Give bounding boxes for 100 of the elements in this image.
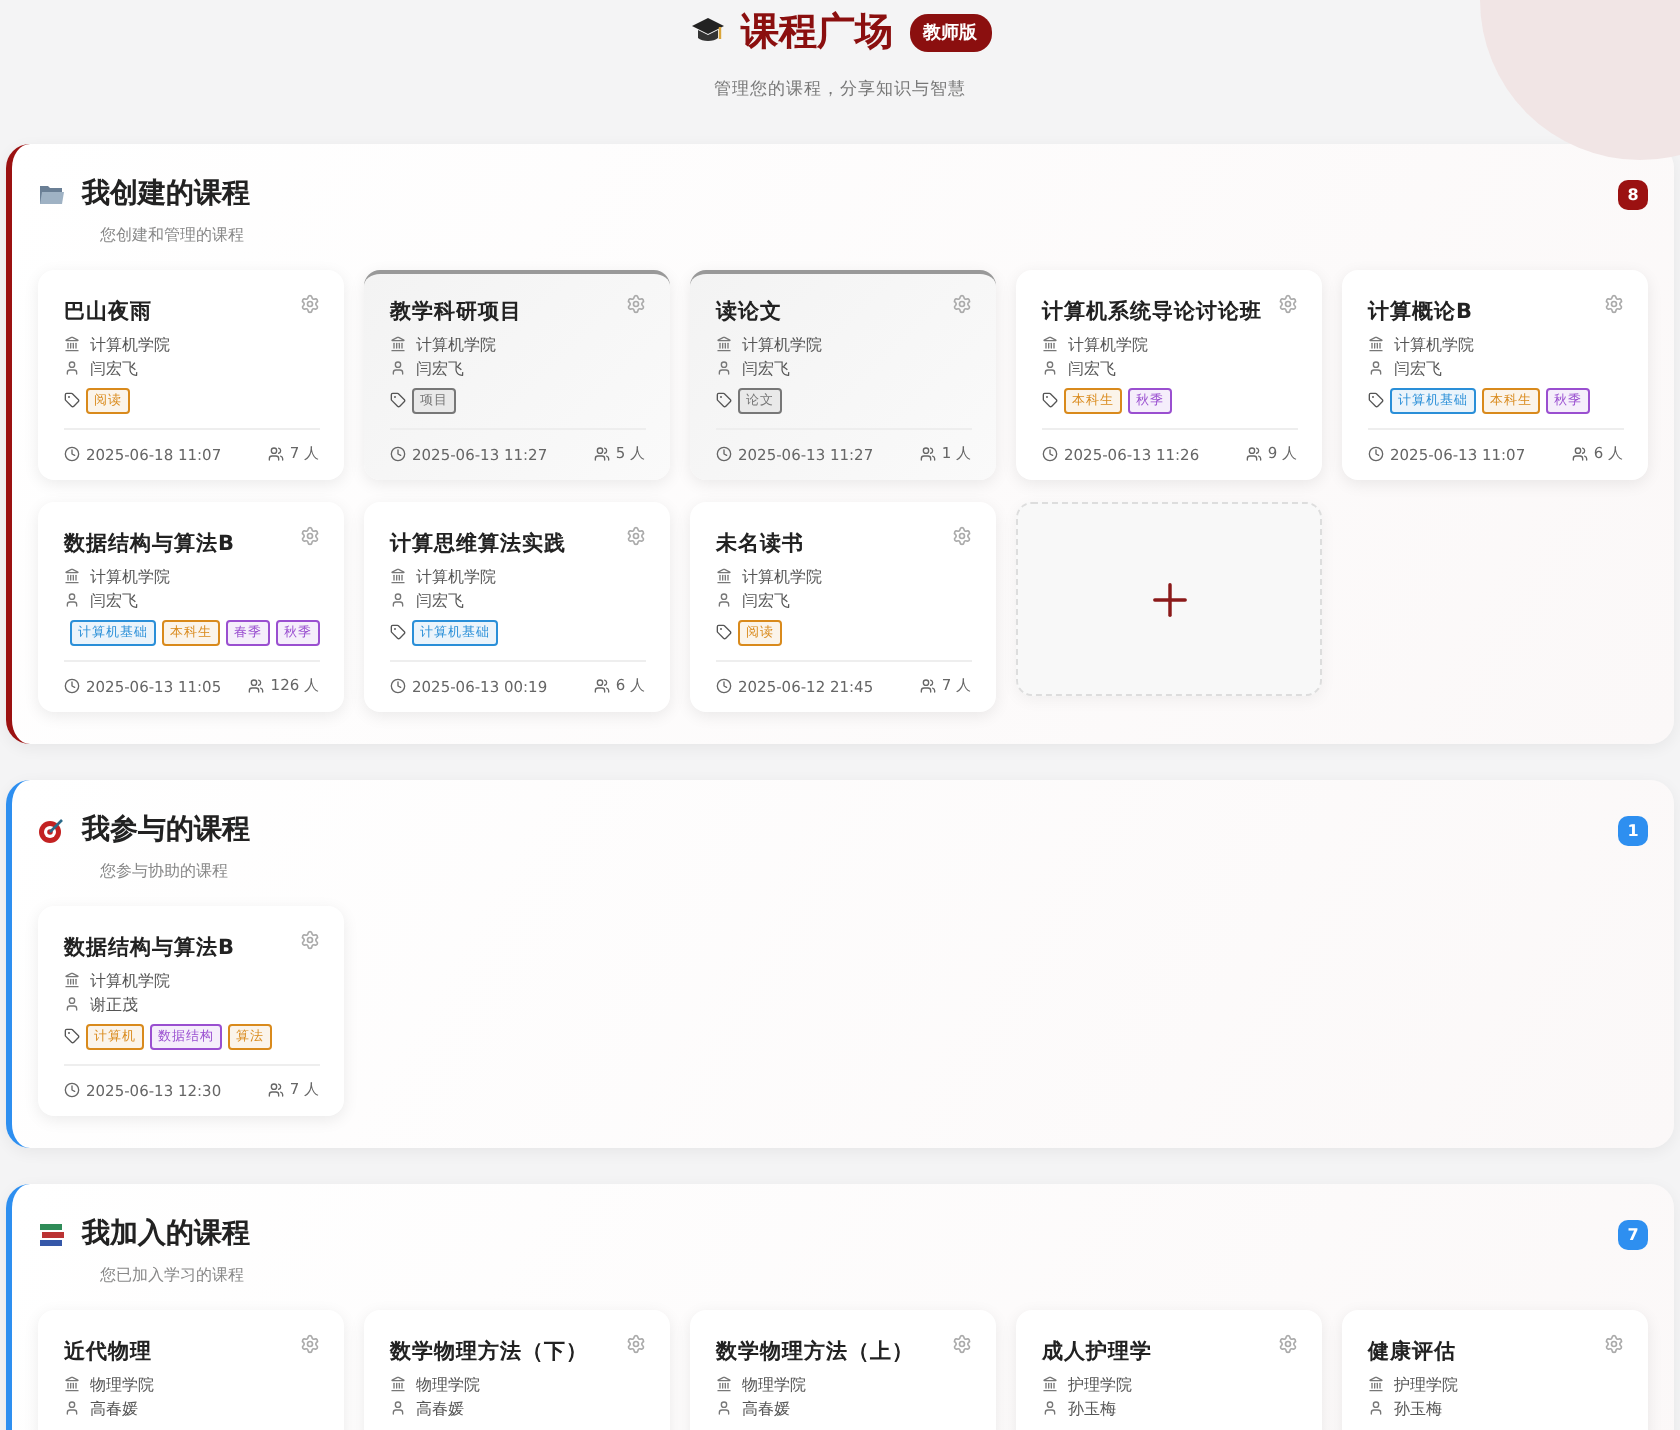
- course-title: 数学物理方法（上）: [716, 1338, 916, 1366]
- users-icon: [919, 678, 936, 694]
- user-icon: [716, 592, 732, 608]
- section-title: 我参与的课程: [82, 812, 252, 848]
- teacher-text: 高春媛: [90, 1397, 138, 1419]
- folder-icon: [38, 182, 66, 206]
- page-subtitle: 管理您的课程，分享知识与智慧: [714, 78, 966, 102]
- user-icon: [390, 1400, 406, 1416]
- user-icon: [716, 1400, 732, 1416]
- settings-icon[interactable]: [1604, 1334, 1624, 1354]
- section-title: 我加入的课程: [82, 1216, 252, 1252]
- course-title: 近代物理: [64, 1338, 154, 1366]
- building-icon: [1042, 1376, 1058, 1392]
- settings-icon[interactable]: [300, 930, 320, 950]
- building-icon: [716, 336, 732, 352]
- course-card[interactable]: 数学物理方法（下） 物理学院 高春媛: [364, 1310, 670, 1430]
- page-title: 课程广场: [741, 8, 893, 58]
- course-title: 巴山夜雨: [64, 298, 154, 326]
- teacher-text: 高春媛: [416, 1397, 464, 1419]
- course-title: 教学科研项目: [390, 298, 524, 326]
- course-title: 数学物理方法（下）: [390, 1338, 590, 1366]
- course-card[interactable]: 数学物理方法（上） 物理学院 高春媛: [690, 1310, 996, 1430]
- target-icon: [38, 816, 66, 844]
- users-icon: [593, 678, 610, 694]
- settings-icon[interactable]: [952, 294, 972, 314]
- settings-icon[interactable]: [1604, 294, 1624, 314]
- college-text: 护理学院: [1068, 1373, 1132, 1395]
- tag-icon: [390, 392, 406, 408]
- tag-icon: [64, 392, 80, 408]
- teacher-text: 闫宏飞: [742, 357, 790, 379]
- course-card[interactable]: 近代物理 物理学院 高春媛: [38, 1310, 344, 1430]
- clock-icon: [390, 678, 406, 694]
- building-icon: [64, 1376, 80, 1392]
- section-subtitle: 您已加入学习的课程: [100, 1264, 246, 1286]
- add-course-card[interactable]: [1016, 502, 1322, 696]
- user-icon: [64, 592, 80, 608]
- clock-icon: [1368, 446, 1384, 462]
- college-text: 计算机学院: [90, 333, 170, 355]
- settings-icon[interactable]: [1278, 294, 1298, 314]
- user-icon: [390, 592, 406, 608]
- settings-icon[interactable]: [300, 294, 320, 314]
- user-icon: [390, 360, 406, 376]
- settings-icon[interactable]: [1278, 1334, 1298, 1354]
- college-text: 计算机学院: [90, 565, 170, 587]
- college-text: 物理学院: [90, 1373, 154, 1395]
- users-icon: [919, 446, 936, 462]
- user-icon: [64, 360, 80, 376]
- teacher-text: 孙玉梅: [1068, 1397, 1116, 1419]
- section-subtitle: 您参与协助的课程: [100, 860, 230, 882]
- college-text: 计算机学院: [742, 333, 822, 355]
- course-card[interactable]: 健康评估 护理学院 孙玉梅: [1342, 1310, 1648, 1430]
- tag-icon: [1368, 392, 1384, 408]
- building-icon: [716, 1376, 732, 1392]
- teacher-text: 高春媛: [742, 1397, 790, 1419]
- settings-icon[interactable]: [626, 1334, 646, 1354]
- role-badge: 教师版: [909, 13, 991, 51]
- course-title: 读论文: [716, 298, 784, 326]
- building-icon: [64, 972, 80, 988]
- books-icon: [38, 1221, 66, 1247]
- settings-icon[interactable]: [952, 526, 972, 546]
- count-badge: 1: [1618, 815, 1648, 845]
- building-icon: [1368, 336, 1384, 352]
- settings-icon[interactable]: [952, 1334, 972, 1354]
- tag-icon: [64, 1028, 80, 1044]
- user-icon: [1042, 1400, 1058, 1416]
- college-text: 护理学院: [1394, 1373, 1458, 1395]
- teacher-text: 闫宏飞: [90, 589, 138, 611]
- college-text: 计算机学院: [416, 333, 496, 355]
- course-title: 计算概论B: [1368, 298, 1475, 326]
- teacher-text: 闫宏飞: [1394, 357, 1442, 379]
- settings-icon[interactable]: [626, 294, 646, 314]
- user-icon: [716, 360, 732, 376]
- college-text: 计算机学院: [1068, 333, 1148, 355]
- course-card[interactable]: 成人护理学 护理学院 孙玉梅: [1016, 1310, 1322, 1430]
- clock-icon: [64, 446, 80, 462]
- course-title: 计算思维算法实践: [390, 530, 568, 558]
- settings-icon[interactable]: [300, 1334, 320, 1354]
- tag-icon: [716, 624, 732, 640]
- college-text: 物理学院: [416, 1373, 480, 1395]
- building-icon: [390, 1376, 406, 1392]
- teacher-text: 闫宏飞: [1068, 357, 1116, 379]
- college-text: 计算机学院: [90, 969, 170, 991]
- settings-icon[interactable]: [300, 526, 320, 546]
- clock-icon: [1042, 446, 1058, 462]
- users-icon: [267, 446, 284, 462]
- teacher-text: 孙玉梅: [1394, 1397, 1442, 1419]
- users-icon: [593, 446, 610, 462]
- users-icon: [1571, 446, 1588, 462]
- users-icon: [248, 678, 265, 694]
- user-icon: [64, 996, 80, 1012]
- settings-icon[interactable]: [626, 526, 646, 546]
- section-subtitle: 您创建和管理的课程: [100, 224, 246, 246]
- course-title: 健康评估: [1368, 1338, 1458, 1366]
- user-icon: [64, 1400, 80, 1416]
- clock-icon: [716, 446, 732, 462]
- count-badge: 8: [1618, 179, 1648, 209]
- tag-icon: [390, 624, 406, 640]
- user-icon: [1368, 360, 1384, 376]
- users-icon: [267, 1082, 284, 1098]
- building-icon: [64, 568, 80, 584]
